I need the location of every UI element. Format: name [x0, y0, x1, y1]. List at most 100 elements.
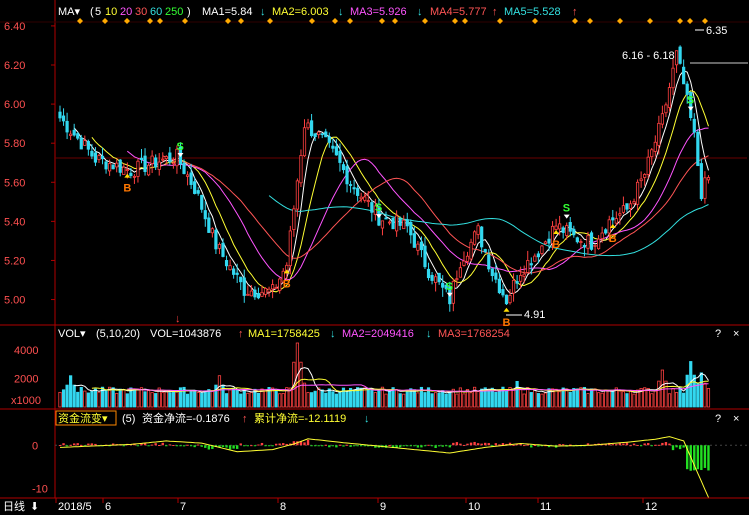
signal-diamond [422, 18, 428, 24]
flow-bar [561, 444, 565, 446]
volume-bar [93, 388, 98, 408]
flow-bar [356, 445, 359, 447]
buy-signal: B [283, 278, 291, 290]
flow-bar [324, 444, 327, 446]
candle-body [600, 232, 604, 239]
candle-body [313, 133, 317, 138]
candle-body [217, 244, 222, 249]
flow-bar [200, 445, 203, 447]
flow-bar [437, 445, 441, 447]
sell-signal: S [446, 281, 453, 293]
flow-bar [94, 443, 97, 446]
volume-bar [625, 393, 629, 408]
flow-bar [87, 443, 90, 446]
high-label: 6.35 [706, 25, 727, 37]
flow-bar [530, 445, 533, 448]
volume-bar [586, 393, 590, 408]
flow-bar [150, 444, 154, 446]
flow-cum-arrow: ↓ [364, 413, 370, 425]
candle-body [249, 290, 253, 297]
volume-bar [522, 393, 526, 408]
candle-body [703, 177, 707, 199]
volume-bar [657, 380, 661, 408]
ma4-value: MA4=5.777 [430, 6, 487, 18]
flow-close-button[interactable]: × [733, 413, 739, 425]
volume-bar [696, 382, 700, 408]
ma-line-ma4 [162, 155, 709, 274]
period-arrow-icon[interactable]: ⬇ [30, 501, 39, 513]
candle-body [646, 156, 650, 175]
ma-line-ma3 [126, 127, 709, 281]
signal-marker [503, 307, 510, 312]
volume-bar [448, 391, 452, 408]
candle-body [508, 295, 512, 304]
flow-bar [639, 445, 643, 447]
volume-bar [384, 393, 388, 408]
volume-bar [309, 392, 314, 408]
flow-bar [661, 442, 664, 446]
flow-bar [313, 445, 317, 447]
volume-bar [164, 391, 168, 408]
candle-body [61, 115, 66, 122]
flow-bar [58, 445, 62, 447]
volume-bar [79, 386, 83, 408]
volume-bar [689, 361, 693, 408]
signal-diamond [147, 18, 153, 24]
flow-bar [526, 444, 529, 446]
vol-menu[interactable]: VOL▾ [58, 328, 86, 340]
candle-body [614, 218, 618, 224]
volume-bar [281, 393, 285, 408]
volume-bar [359, 387, 363, 408]
signal-diamond [225, 18, 231, 24]
vol-close-button[interactable]: × [733, 328, 739, 340]
candle-body [621, 205, 626, 213]
price-tick-label: 5.00 [4, 295, 25, 307]
stock-chart: MA▾ ( 5 10 20 30 60 250 ) MA1=5.84 ↓ MA2… [0, 0, 749, 515]
vol-help-button[interactable]: ? [715, 328, 721, 340]
volume-bar [575, 388, 579, 408]
flow-bar [207, 445, 211, 450]
candle-body [366, 200, 370, 202]
flow-bar [274, 443, 278, 446]
candle-body [278, 278, 282, 291]
volume-bar [526, 387, 530, 408]
volume-bar [593, 388, 597, 408]
flow-bar [349, 445, 352, 447]
volume-bar [331, 391, 335, 408]
signal-diamond [267, 18, 273, 24]
fund-flow: 0 -10 [32, 436, 747, 498]
volume-bar [111, 387, 115, 408]
flow-bar [285, 443, 288, 446]
volume-bar [558, 391, 562, 408]
candle-body [139, 157, 144, 160]
signal-diamond [452, 18, 458, 24]
flow-bar [473, 441, 476, 446]
candle-body [522, 273, 526, 277]
volume-bar [618, 390, 622, 408]
candle-body [465, 255, 470, 262]
flow-menu[interactable]: 资金流变▾ [58, 411, 108, 425]
signal-diamond [157, 18, 163, 24]
volume-bar [203, 390, 207, 408]
candle-body [242, 277, 246, 296]
flow-help-button[interactable]: ? [715, 413, 721, 425]
candle-body [685, 83, 689, 95]
flow-bar [345, 444, 349, 446]
period-selector[interactable]: 日线 [3, 499, 25, 513]
ma1-value: MA1=5.84 [202, 6, 252, 18]
flow-bar [154, 443, 157, 446]
candle-body [143, 155, 147, 172]
month-label: 11 [540, 501, 551, 513]
signal-diamond [647, 18, 653, 24]
flow-bar [484, 442, 487, 446]
ma-menu[interactable]: MA▾ [58, 6, 81, 18]
volume-bar [185, 393, 190, 408]
candle-body [100, 155, 105, 160]
month-label: 9 [380, 501, 386, 513]
signal-diamond [238, 18, 244, 24]
flow-bar [537, 445, 540, 447]
flow-bar [388, 444, 391, 446]
candle-body [228, 265, 232, 271]
candle-body [391, 217, 395, 230]
vol-tick-label: 4000 [14, 345, 38, 357]
